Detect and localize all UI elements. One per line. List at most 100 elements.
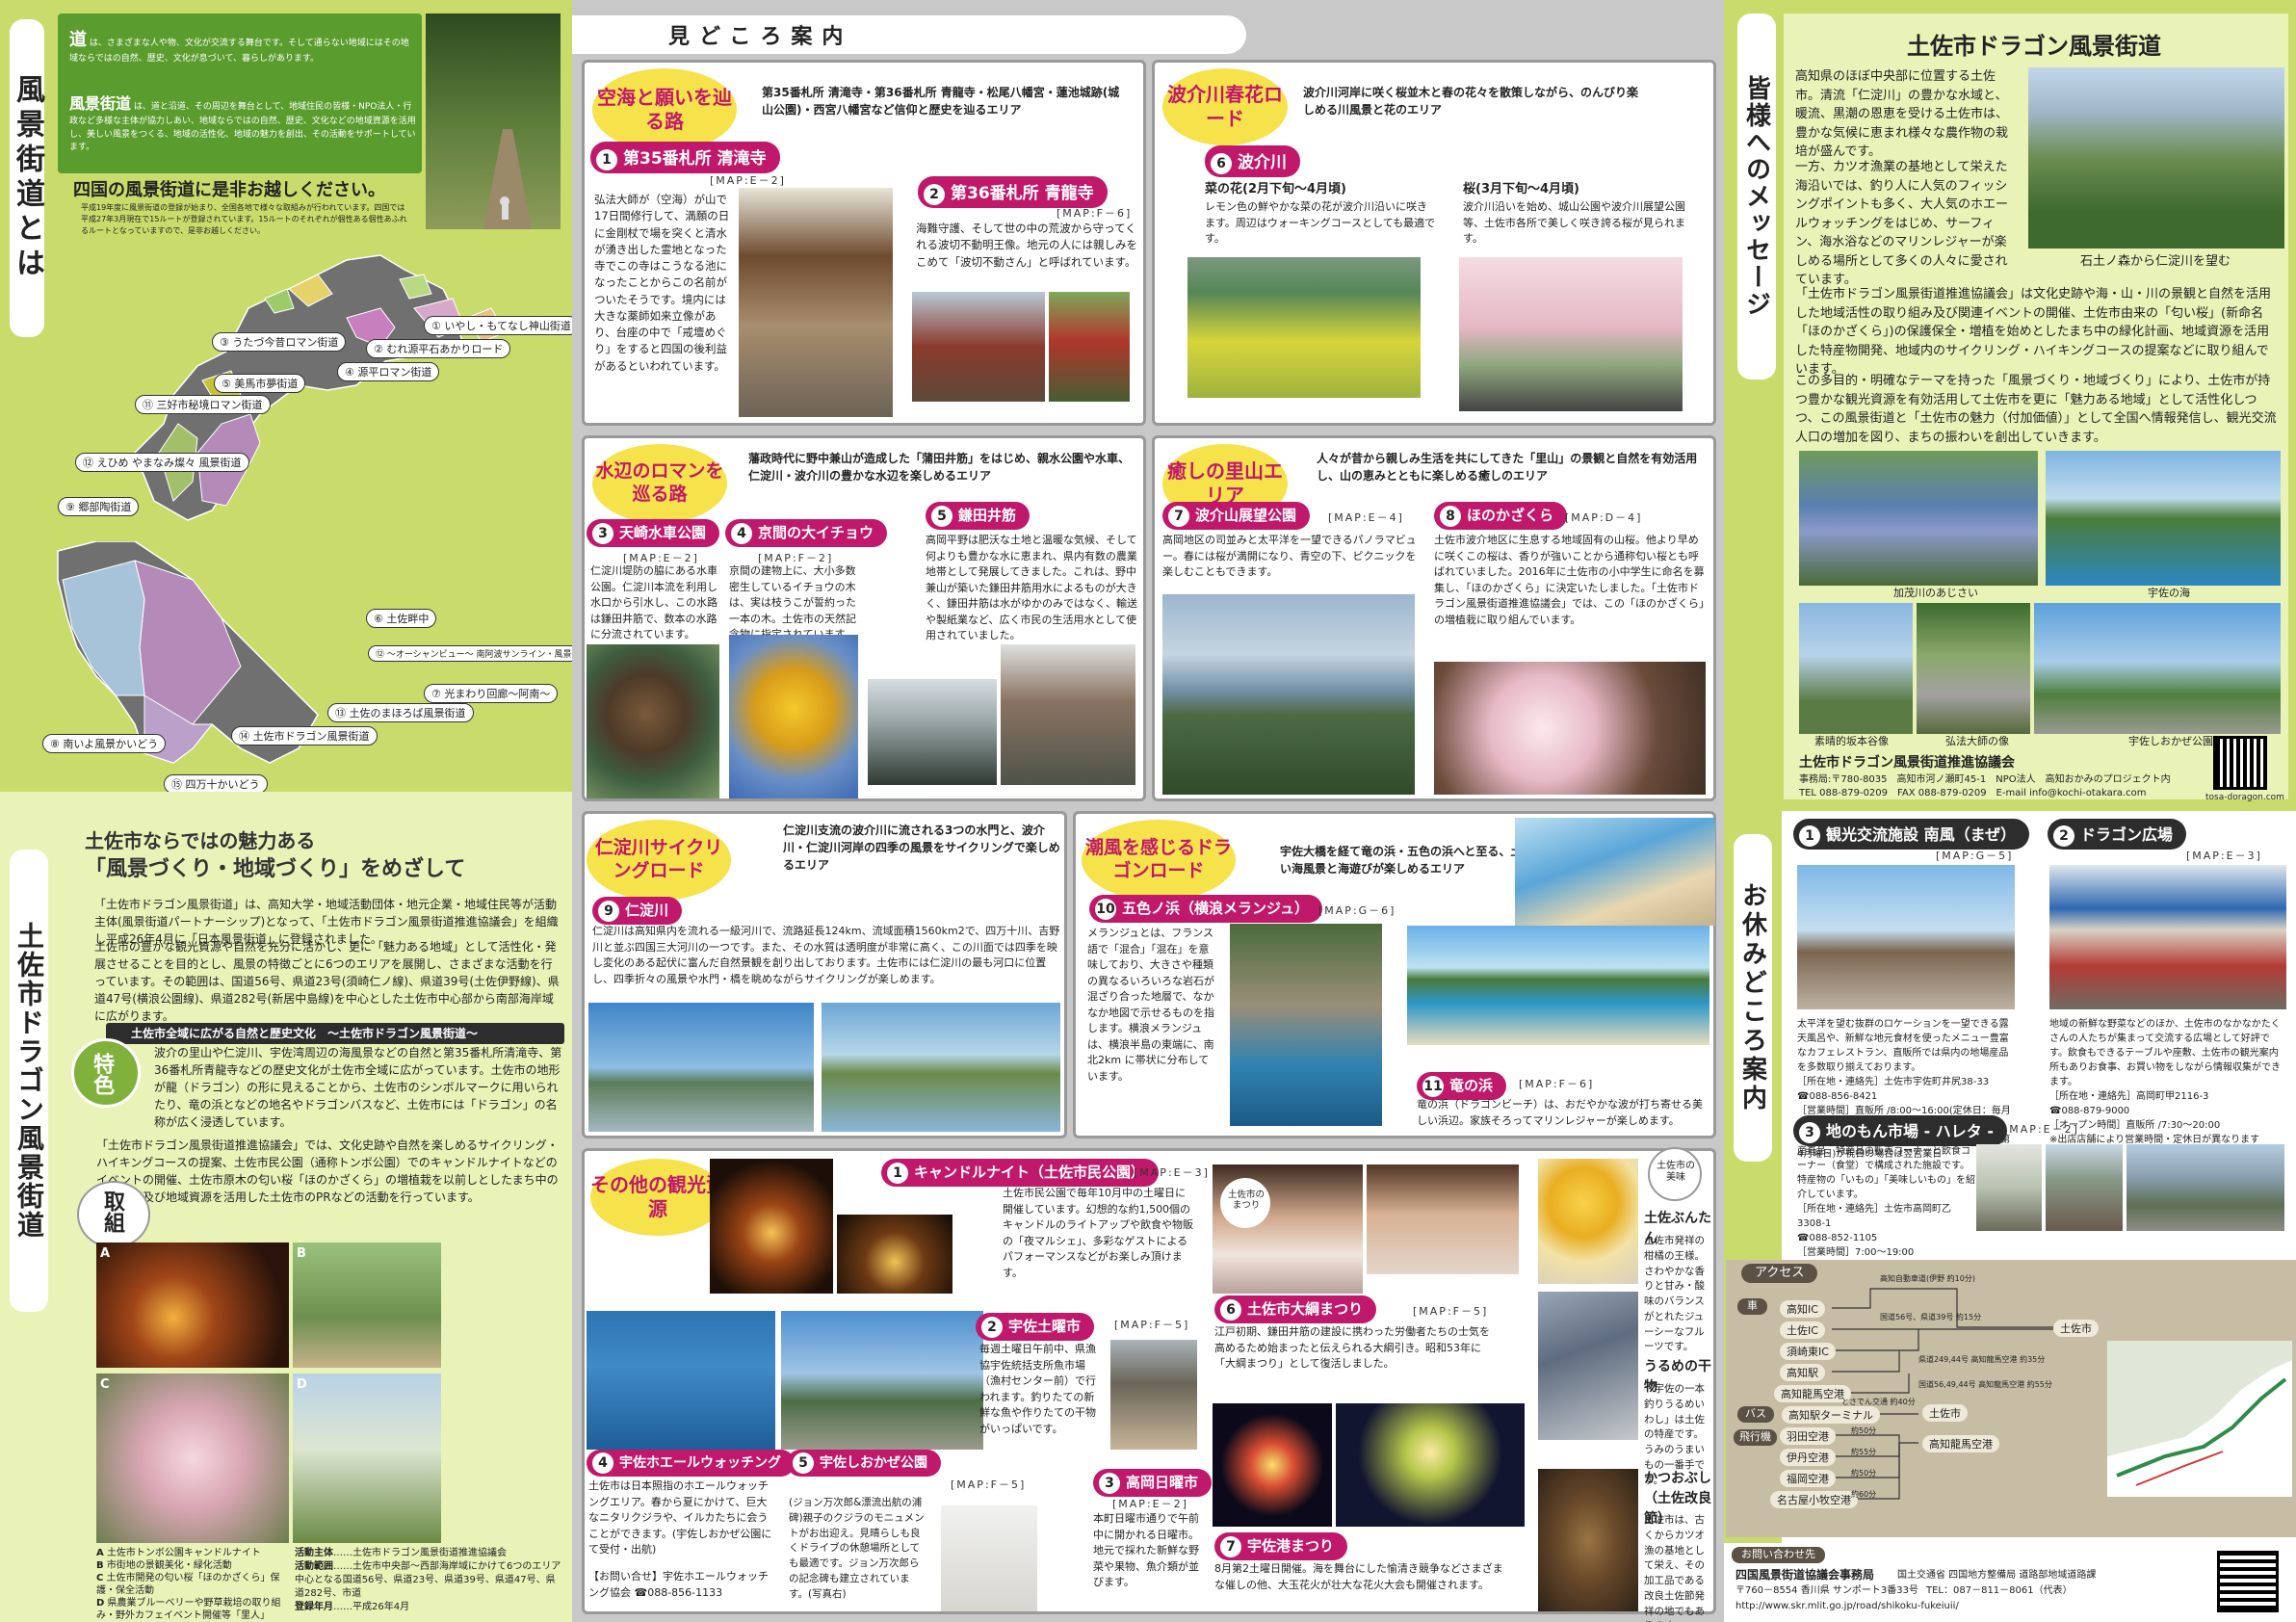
section-mizube: 水辺のロマンを巡る路 藩政時代に野中兼山が造成した「蒲田井筋」をはじめ、親水公園… — [582, 435, 1146, 801]
message-footer-line1: 事務局:〒780-8035 高知市河ノ瀬町45-1 NPO法人 高知おかみのプロ… — [1799, 774, 2171, 785]
right-top-content: 皆様へのメッセージ 土佐市ドラゴン風景街道 高知県のほぼ中央部に位置する土佐市。… — [1724, 0, 2296, 811]
contact-url[interactable]: http://www.skr.mlit.go.jp/road/shikoku-f… — [1735, 1599, 1959, 1613]
access-node-ryoma-airport-2: 高知龍馬空港 — [1922, 1435, 1999, 1452]
number-badge: 1 — [1799, 825, 1820, 847]
section-haketori-title: 波介川春花ロード — [1162, 68, 1288, 145]
spot-name: キャンドルナイト（土佐市民公園） — [914, 1164, 1146, 1181]
photo-a-candle-night: A — [96, 1243, 289, 1368]
route-label-11: ⑦ 光まわり回廊～阿南～ — [424, 684, 559, 703]
section-satoyama: 癒しの里山エリア 人々が昔から親しみ生活を共にしてきた「里山」の景観と自然を有効… — [1152, 435, 1716, 801]
spot-kamata-title: 5 鎌田井筋 — [926, 502, 1031, 530]
hakeyama-view-photo — [1162, 594, 1415, 795]
spot-whale-contact: 【お問い合せ】宇佐ホエールウォッチング協会 ☎088-856-1133 — [588, 1570, 769, 1599]
spot-kiyotaki-title: 1 第35番札所 清滝寺 — [590, 142, 780, 173]
spot-name: 宇佐しおかぜ公園 — [820, 1455, 927, 1471]
middle-header: 見どころ案内 — [572, 15, 1246, 54]
rest-spot-dragon-text: 地域の新鮮な野菜などのほか、土佐市のなかなかたくさんの人たちが集まって交流する広… — [2049, 1019, 2281, 1145]
spot-kamata-text: 高岡平野は肥沃な土地と温暖な気候、そして何よりも豊かな水に恵まれ、県内有数の農業… — [926, 534, 1137, 641]
map-ref: [MAP:E－3] — [2186, 850, 2262, 862]
info-row: 登録年月……平成26年4月 — [295, 1602, 410, 1612]
access-route-10: 約60分 — [1851, 1490, 1877, 1499]
spot-takaoka-sunday-text: 本町日曜市通りで午前中に開かれる日曜市。地元で採れた新鮮な野菜や果物、魚介類が並… — [1093, 1512, 1199, 1588]
honokazakura-photo — [1434, 662, 1706, 795]
contact-title: お問い合わせ先 — [1732, 1547, 1825, 1563]
kamata-canal-photo-2 — [1001, 644, 1135, 785]
whale-watching-photo — [587, 1311, 775, 1450]
number-badge: 4 — [592, 1452, 613, 1474]
spot-shoryu-title: 2 第36番札所 青龍寺 — [918, 176, 1108, 208]
map-ref: [MAP:E－3] — [1134, 1166, 1210, 1179]
ishizuchi-caption: 石土ノ森から仁淀川を望む — [2080, 254, 2231, 269]
number-badge: 5 — [931, 506, 952, 527]
map-ref: [MAP:G－6] — [1318, 904, 1396, 917]
route-label-4: ④ 源平ロマン街道 — [337, 362, 440, 381]
spot-name: 天崎水車公園 — [619, 524, 707, 541]
ginkgo-photo — [729, 635, 858, 798]
legend-row: D 県農業ブルーベリーや野草栽培の取り組み・野外カフェイベント開催等「里人」 — [96, 1597, 289, 1622]
number-badge: 5 — [793, 1452, 814, 1474]
katsuobushi-photo — [1538, 1469, 1638, 1611]
message-para-1: 高知県のほぼ中央部に位置する土佐市。清流「仁淀川」の豊かな水域と、暖流、黒潮の恩… — [1795, 69, 2009, 159]
section-kukai-title: 空海と願いを辿る路 — [592, 68, 737, 151]
taste-badge: 土佐市の美味 — [1648, 1147, 1702, 1201]
shoryu-temple-photo — [912, 292, 1045, 402]
spot-name: 仁淀川 — [625, 902, 669, 919]
number-badge: 3 — [1099, 1473, 1120, 1494]
map-ref: [MAP:F－5] — [1413, 1305, 1489, 1318]
hareta-photo-2 — [2046, 1144, 2123, 1231]
route-label-7: ⑫ えひめ やまなみ燦々 風景街道 — [75, 453, 249, 472]
contact-qr-icon[interactable] — [2217, 1551, 2279, 1612]
number-badge: 11 — [1422, 1076, 1444, 1097]
rest-spot-hareta-text: 産直品、特産品の販売コーナーと飲食コーナー（食堂）で構成された施設です。特産物の… — [1797, 1146, 1975, 1272]
taste-katsuo-text: 土佐市は、古くからカツオ漁の基地として栄え、その加工品である改良土佐節発祥の地で… — [1644, 1514, 1705, 1622]
photo-b-greening: B — [293, 1243, 441, 1368]
hareta-photo-1 — [1976, 1144, 2042, 1231]
john-manjiro-monument-photo — [941, 1505, 1037, 1611]
middle-header-text: 見どころ案内 — [668, 25, 853, 49]
route-label-13: ⑭ 土佐市ドラゴン風景街道 — [231, 726, 378, 746]
contact-sub: 国土交通省 四国地方整備局 道路部地域道路課 — [1897, 1570, 2097, 1581]
qr-code-icon[interactable] — [2213, 736, 2267, 790]
access-map-illustration — [2107, 1341, 2292, 1486]
kiyotaki-temple-photo — [739, 188, 893, 417]
route-label-14: ⑧ 南いよ風景かいどう — [42, 734, 167, 753]
access-node-kochi-ic: 高知IC — [1780, 1300, 1825, 1318]
photo-d-label: D — [297, 1377, 307, 1392]
rest-spot-maze-title: 1 観光交流施設 南風（まぜ） — [1793, 819, 2030, 850]
feature-head: 土佐市全域に広がる自然と歴史文化 ～土佐市ドラゴン風景街道～ — [131, 1027, 479, 1040]
ishizuchi-view-photo — [2028, 67, 2284, 249]
access-route-8: 約55分 — [1851, 1448, 1877, 1456]
legend-key: C — [96, 1573, 104, 1583]
map-ref: [MAP:E－4] — [1328, 511, 1404, 524]
spot-name: 土佐市大綱まつり — [1247, 1300, 1364, 1318]
route-label-10: ⑫ ～オーシャンビュー～ 南阿波サンライン・風景街道 — [368, 645, 572, 662]
goshiki-beach-photo — [1515, 818, 1715, 926]
route-label-15: ⑮ 四万十かいどう — [164, 774, 268, 792]
info-key: 活動範囲 — [295, 1561, 333, 1572]
number-badge: 2 — [2053, 825, 2074, 847]
access-node-tosa-city-bus: 土佐市 — [1922, 1404, 1968, 1422]
map-ref: [MAP:E－2] — [710, 174, 786, 187]
spot-usako-text: 8月第2土曜日開催。海を舞台にした愉清き競争などさまざまな催しの他、大玉花火が壮… — [1214, 1562, 1503, 1591]
access-map — [2107, 1341, 2292, 1497]
nanohana-head: 菜の花(2月下旬〜4月頃) — [1205, 182, 1346, 196]
spot-honokazakura-text: 土佐市波介地区に生息する地域固有の山桜。他より早めに咲くこの桜は、香りが強いこと… — [1434, 534, 1705, 626]
map-ref: [MAP:F－5] — [951, 1478, 1027, 1491]
nanohana-photo — [1187, 257, 1421, 398]
left-map-extension: ⑥ 土佐畔中 ⑫ ～オーシャンビュー～ 南阿波サンライン・風景街道 ⑦ 光まわり… — [0, 541, 572, 792]
section-haketori: 波介川春花ロード 波介川河岸に咲く桜並木と春の花々を散策しながら、のんびり楽しめ… — [1152, 60, 1716, 426]
section-shiokaze: 潮風を感じるドラゴンロード 宇佐大橋を経て竜の浜・五色の浜へと至る、土佐湾を望む… — [1073, 811, 1716, 1138]
website-url[interactable]: tosa-doragon.com — [2205, 792, 2284, 805]
spot-name: 宇佐土曜市 — [1008, 1318, 1082, 1335]
ajisai-photo — [1799, 451, 2038, 586]
candle-night-photo-1 — [710, 1159, 833, 1294]
number-badge: 4 — [731, 523, 752, 544]
caption-ajisai: 加茂川のあじさい — [1893, 587, 1978, 599]
spot-name: 五色ノ浜（横浪メランジュ） — [1122, 900, 1309, 917]
spot-kyoma-title: 4 京間の大イチョウ — [725, 519, 888, 547]
spot-usa-saturday-title: 2 宇佐土曜市 — [976, 1313, 1095, 1341]
candle-night-photo-2 — [837, 1215, 952, 1294]
access-node-kochi-sta: 高知駅 — [1780, 1364, 1825, 1381]
rest-spot-dragon-title: 2 ドラゴン広場 — [2048, 819, 2187, 850]
section-other: その他の観光資源 1 キャンドルナイト（土佐市民公園） [MAP:E－3] 土佐市… — [582, 1147, 1716, 1622]
